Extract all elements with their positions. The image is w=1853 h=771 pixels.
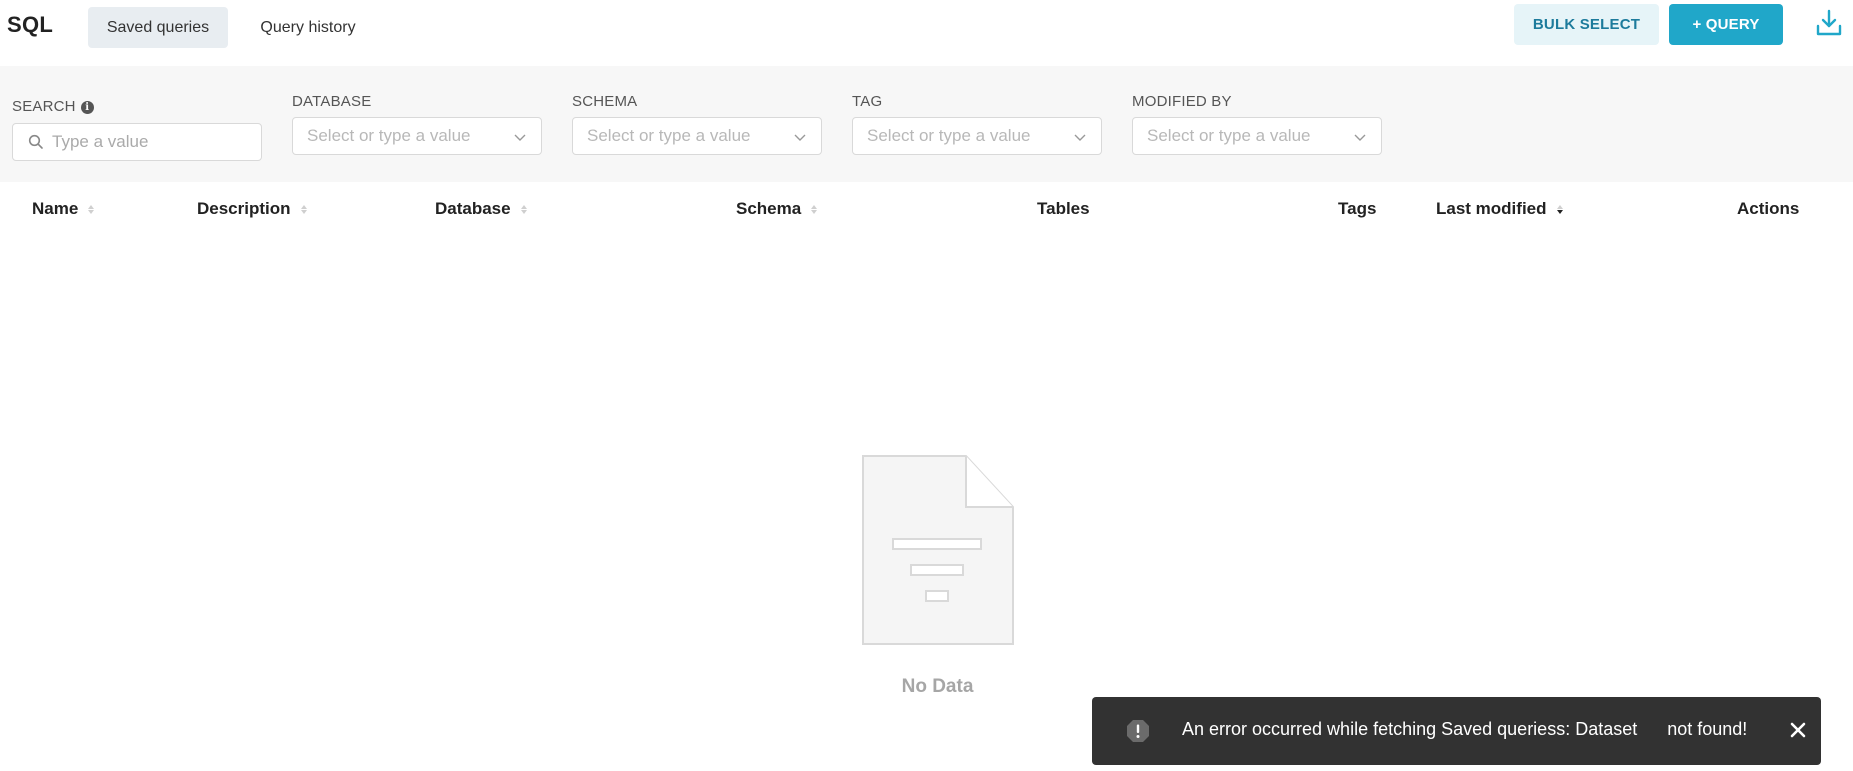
tag-label: TAG (852, 93, 883, 110)
tag-select-placeholder: Select or type a value (867, 126, 1031, 145)
schema-label: SCHEMA (572, 93, 638, 110)
table-header: Name Description Database Schema Tables … (12, 182, 1853, 238)
sort-icon[interactable] (300, 204, 307, 214)
tag-select[interactable]: Select or type a value (852, 117, 1102, 155)
tab-saved-queries[interactable]: Saved queries (88, 7, 228, 48)
column-header-last-modified[interactable]: Last modified (1436, 199, 1563, 219)
column-header-label: Last modified (1436, 199, 1547, 218)
column-header-label: Name (32, 199, 79, 218)
chevron-down-icon (794, 134, 806, 141)
column-header-schema[interactable]: Schema (736, 199, 818, 219)
page-header: SQL Saved queries Query history BULK SEL… (0, 0, 1853, 66)
search-icon (28, 134, 43, 149)
toast-message: An error occurred while fetching Saved q… (1182, 719, 1748, 739)
error-toast: An error occurred while fetching Saved q… (1092, 697, 1821, 765)
column-header-name[interactable]: Name (32, 199, 95, 219)
download-icon[interactable] (1814, 8, 1844, 38)
schema-select-placeholder: Select or type a value (587, 126, 751, 145)
chevron-down-icon (514, 134, 526, 141)
empty-document-icon (862, 455, 1014, 645)
column-header-label: Tags (1338, 199, 1377, 218)
error-icon (1127, 720, 1149, 742)
database-label: DATABASE (292, 93, 372, 110)
chevron-down-icon (1354, 134, 1366, 141)
database-select-placeholder: Select or type a value (307, 126, 471, 145)
sort-icon[interactable] (88, 204, 95, 214)
search-label: SEARCH i (12, 98, 94, 115)
sort-icon[interactable] (520, 204, 527, 214)
column-header-label: Description (197, 199, 291, 218)
sort-desc-icon[interactable] (1556, 204, 1563, 214)
modified-by-select-placeholder: Select or type a value (1147, 126, 1311, 145)
chevron-down-icon (1074, 134, 1086, 141)
empty-state-text: No Data (901, 676, 974, 697)
search-label-text: SEARCH (12, 98, 76, 115)
column-header-tables: Tables (1037, 199, 1090, 219)
tab-query-history[interactable]: Query history (248, 7, 368, 48)
add-query-button[interactable]: + QUERY (1669, 4, 1783, 45)
column-header-label: Tables (1037, 199, 1090, 218)
search-input[interactable] (52, 132, 252, 152)
page-title: SQL (7, 12, 54, 37)
info-icon[interactable]: i (80, 101, 94, 114)
column-header-actions: Actions (1737, 199, 1799, 219)
modified-by-select[interactable]: Select or type a value (1132, 117, 1382, 155)
column-header-database[interactable]: Database (435, 199, 527, 219)
close-icon[interactable] (1786, 718, 1810, 742)
column-header-label: Actions (1737, 199, 1800, 218)
column-header-label: Database (435, 199, 511, 218)
column-header-description[interactable]: Description (197, 199, 307, 219)
modified-by-label: MODIFIED BY (1132, 93, 1232, 110)
bulk-select-button[interactable]: BULK SELECT (1514, 4, 1659, 45)
column-header-tags: Tags (1338, 199, 1376, 219)
filter-bar: SEARCHi DATABASE Select or type a value … (0, 66, 1853, 182)
search-input-container[interactable] (12, 123, 262, 161)
database-select[interactable]: Select or type a value (292, 117, 542, 155)
schema-select[interactable]: Select or type a value (572, 117, 822, 155)
sort-icon[interactable] (811, 204, 818, 214)
column-header-label: Schema (736, 199, 802, 218)
